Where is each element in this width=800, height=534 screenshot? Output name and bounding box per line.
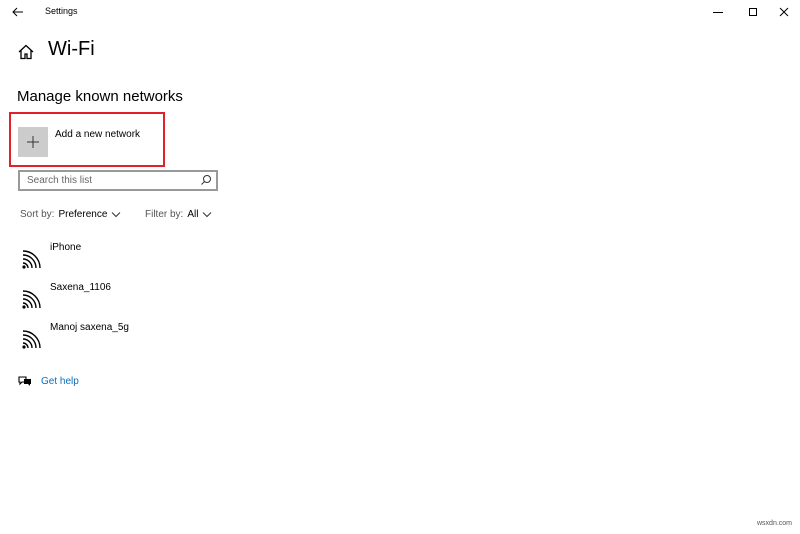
- filter-value: All: [187, 209, 199, 220]
- sort-value: Preference: [58, 209, 108, 220]
- network-item[interactable]: iPhone: [18, 242, 218, 274]
- wifi-signal-icon: [22, 330, 41, 349]
- close-icon: [779, 7, 789, 17]
- add-network-label[interactable]: Add a new network: [55, 129, 140, 140]
- filter-prefix-label: Filter by:: [145, 209, 184, 220]
- minimize-icon: [713, 12, 723, 13]
- network-item[interactable]: Manoj saxena_5g: [18, 322, 218, 354]
- home-icon[interactable]: [17, 43, 35, 61]
- search-input[interactable]: [27, 173, 197, 188]
- sort-prefix-label: Sort by:: [20, 209, 55, 220]
- sort-dropdown[interactable]: Sort by: Preference: [20, 209, 121, 220]
- wifi-signal-icon: [22, 290, 41, 309]
- maximize-button[interactable]: [739, 2, 767, 22]
- network-item[interactable]: Saxena_1106: [18, 282, 218, 314]
- network-name: Saxena_1106: [50, 282, 111, 293]
- add-network-button[interactable]: [18, 127, 48, 157]
- wifi-signal-icon: [22, 250, 41, 269]
- settings-window: Settings Wi-Fi Manage known networks Add…: [0, 0, 800, 534]
- watermark: wsxdn.com: [757, 520, 793, 527]
- back-button[interactable]: [8, 2, 28, 22]
- plus-icon: [27, 136, 39, 148]
- chat-help-icon: [18, 376, 31, 386]
- search-icon[interactable]: [200, 174, 212, 186]
- window-title: Settings: [45, 6, 78, 16]
- title-bar: Settings: [0, 0, 800, 24]
- section-title: Manage known networks: [17, 88, 183, 105]
- network-name: Manoj saxena_5g: [50, 322, 129, 333]
- minimize-button[interactable]: [704, 2, 732, 22]
- back-arrow-icon: [12, 7, 23, 17]
- get-help-link[interactable]: Get help: [41, 376, 79, 387]
- chevron-down-icon: [203, 212, 212, 218]
- close-button[interactable]: [770, 2, 798, 22]
- filter-dropdown[interactable]: Filter by: All: [145, 209, 212, 220]
- chevron-down-icon: [112, 212, 121, 218]
- page-title: Wi-Fi: [48, 38, 95, 60]
- maximize-icon: [749, 8, 757, 16]
- network-name: iPhone: [50, 242, 82, 253]
- search-field[interactable]: [18, 170, 218, 191]
